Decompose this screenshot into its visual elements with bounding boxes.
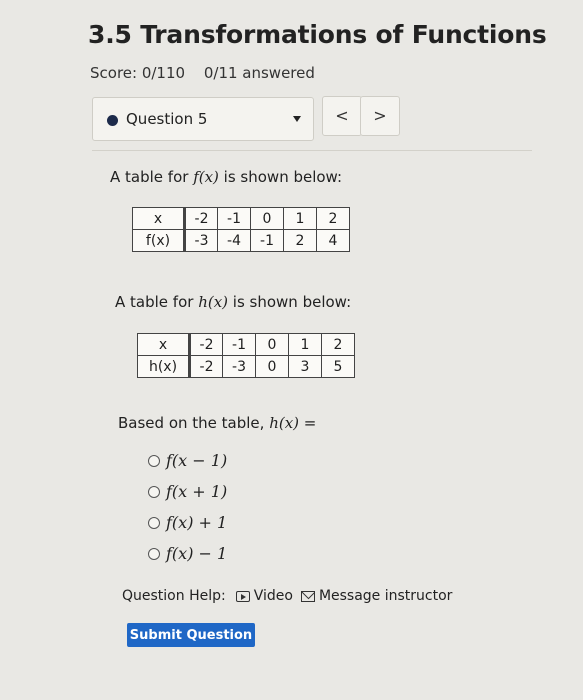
prompt-f-math: f(x) [193, 168, 219, 186]
radio-button[interactable] [148, 516, 160, 529]
table-cell: -2 [189, 333, 223, 356]
table-cell: -3 [222, 355, 256, 378]
table-h-header-x: x [137, 333, 191, 356]
status-dot-icon [107, 115, 118, 126]
table-cell: -4 [217, 229, 251, 252]
table-cell: 0 [255, 333, 289, 356]
page-title: 3.5 Transformations of Functions [88, 20, 547, 49]
table-cell: -1 [222, 333, 256, 356]
prompt-f: A table for f(x) is shown below: [110, 168, 342, 186]
message-instructor-label: Message instructor [318, 588, 453, 604]
based-pre: Based on the table, [118, 414, 270, 432]
score-text: Score: 0/110 [90, 64, 186, 82]
radio-button[interactable] [148, 454, 160, 467]
table-cell: -2 [189, 355, 223, 378]
video-link-label: Video [253, 588, 293, 604]
based-on-prompt: Based on the table, h(x) = [118, 414, 316, 432]
table-cell: -2 [184, 207, 218, 230]
score-line: Score: 0/110 0/11 answered [90, 64, 329, 82]
table-row: h(x) -2 -3 0 3 5 [137, 355, 355, 378]
choice-label: f(x) − 1 [166, 544, 228, 563]
table-f-header-x: x [132, 207, 186, 230]
table-cell: 4 [316, 229, 350, 252]
caret-down-icon [293, 116, 301, 122]
video-icon [235, 590, 250, 602]
table-row: x -2 -1 0 1 2 [137, 333, 355, 356]
table-cell: 1 [283, 207, 317, 230]
prompt-h-pre: A table for [115, 293, 199, 311]
choice-label: f(x + 1) [166, 482, 228, 501]
video-link[interactable]: Video [235, 588, 293, 604]
next-question-button[interactable]: > [360, 96, 400, 136]
question-dropdown[interactable]: Question 5 [92, 97, 314, 141]
table-cell: 2 [321, 333, 355, 356]
submit-question-button[interactable]: Submit Question [127, 623, 255, 647]
divider [92, 150, 532, 151]
question-label: Question 5 [126, 110, 208, 128]
table-cell: 1 [288, 333, 322, 356]
answer-choices: f(x − 1) f(x + 1) f(x) + 1 f(x) − 1 [148, 445, 227, 569]
table-row: x -2 -1 0 1 2 [132, 207, 350, 230]
table-cell: -1 [250, 229, 284, 252]
radio-button[interactable] [148, 485, 160, 498]
table-f: x -2 -1 0 1 2 f(x) -3 -4 -1 2 4 [132, 207, 350, 252]
prompt-f-pre: A table for [110, 168, 194, 186]
table-cell: 5 [321, 355, 355, 378]
previous-question-button[interactable]: < [322, 96, 362, 136]
question-help: Question Help: Video Message instructor [122, 588, 460, 604]
table-cell: 3 [288, 355, 322, 378]
table-h: x -2 -1 0 1 2 h(x) -2 -3 0 3 5 [137, 333, 355, 378]
question-help-label: Question Help: [122, 588, 226, 604]
table-cell: 2 [283, 229, 317, 252]
choice-option[interactable]: f(x + 1) [148, 476, 227, 507]
table-f-header-fx: f(x) [132, 229, 186, 252]
radio-button[interactable] [148, 547, 160, 560]
prompt-h: A table for h(x) is shown below: [115, 293, 351, 311]
prompt-h-math: h(x) [198, 293, 229, 311]
choice-option[interactable]: f(x − 1) [148, 445, 227, 476]
table-h-header-hx: h(x) [137, 355, 191, 378]
table-cell: -1 [217, 207, 251, 230]
mail-icon [300, 590, 315, 602]
table-cell: 0 [250, 207, 284, 230]
based-math: h(x) [269, 414, 300, 432]
choice-option[interactable]: f(x) + 1 [148, 507, 227, 538]
table-row: f(x) -3 -4 -1 2 4 [132, 229, 350, 252]
prompt-h-post: is shown below: [228, 293, 352, 311]
prompt-f-post: is shown below: [218, 168, 343, 186]
answered-count: 0/11 answered [203, 64, 315, 82]
choice-option[interactable]: f(x) − 1 [148, 538, 227, 569]
choice-label: f(x − 1) [166, 451, 228, 470]
table-cell: -3 [184, 229, 218, 252]
table-cell: 2 [316, 207, 350, 230]
based-post: = [299, 414, 317, 432]
table-cell: 0 [255, 355, 289, 378]
choice-label: f(x) + 1 [166, 513, 228, 532]
message-instructor-link[interactable]: Message instructor [300, 588, 453, 604]
